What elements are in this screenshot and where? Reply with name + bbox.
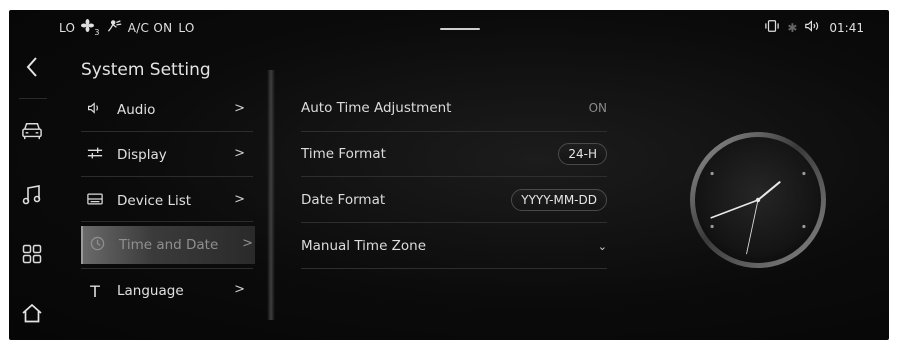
row-label: Time Format: [301, 146, 386, 162]
manual-time-zone-row[interactable]: Manual Time Zone ⌄: [301, 224, 607, 268]
car-icon[interactable]: [19, 118, 45, 144]
time-format-row[interactable]: Time Format 24-H: [301, 132, 607, 176]
airflow-icon: [106, 20, 122, 36]
menu-item-audio[interactable]: Audio >: [81, 91, 253, 129]
volume-icon: [805, 20, 821, 35]
menu-item-label: Device List: [117, 193, 192, 209]
chevron-down-icon[interactable]: ⌄: [598, 240, 607, 253]
chevron-right-icon: >: [234, 146, 245, 161]
system-status: ✱ 01:41: [765, 19, 864, 36]
home-icon[interactable]: [19, 300, 45, 326]
clock-center: [755, 197, 761, 203]
menu-item-label: Language: [117, 283, 184, 299]
menu-divider: [81, 131, 253, 132]
device-list-icon: [85, 192, 105, 210]
chevron-right-icon: >: [234, 192, 245, 207]
climate-status[interactable]: LO 3 A/C ON LO: [59, 19, 195, 37]
chevron-right-icon: >: [234, 101, 245, 116]
panel-divider: [267, 70, 275, 320]
rail-divider: [19, 98, 47, 99]
date-format-row[interactable]: Date Format YYYY-MM-DD: [301, 178, 607, 222]
clock-tick: [710, 224, 714, 229]
speaker-icon: [85, 101, 105, 119]
bluetooth-icon: ✱: [787, 20, 798, 35]
menu-item-label: Display: [117, 147, 167, 163]
auto-time-adjustment-row[interactable]: Auto Time Adjustment ON: [301, 86, 607, 130]
music-icon[interactable]: [19, 182, 45, 208]
menu-item-display[interactable]: Display >: [81, 136, 253, 174]
menu-divider: [81, 221, 253, 222]
analog-clock: [690, 132, 826, 268]
clock-tick: [710, 171, 714, 176]
clock-icon: [87, 236, 107, 255]
clock-tick: [802, 171, 806, 176]
text-icon: T: [90, 281, 100, 301]
temp-left[interactable]: LO: [59, 21, 75, 35]
row-divider: [301, 222, 607, 223]
menu-item-language[interactable]: T Language >: [81, 272, 253, 310]
drag-handle[interactable]: [440, 28, 480, 30]
row-divider: [301, 176, 607, 177]
ac-status[interactable]: A/C ON: [128, 21, 173, 35]
fan-level: 3: [94, 28, 100, 37]
menu-item-device-list[interactable]: Device List >: [81, 182, 253, 220]
row-label: Date Format: [301, 192, 386, 208]
clock-tick: [802, 224, 806, 229]
back-button[interactable]: [19, 54, 45, 80]
menu-item-time-and-date[interactable]: Time and Date >: [81, 226, 255, 264]
page-title: System Setting: [81, 60, 211, 80]
chevron-right-icon: >: [234, 282, 245, 297]
date-format-value[interactable]: YYYY-MM-DD: [511, 189, 607, 211]
temp-right[interactable]: LO: [178, 21, 194, 35]
infotainment-screen: LO 3 A/C ON LO ✱ 01:41 System Setting Au…: [9, 10, 889, 340]
auto-time-toggle[interactable]: ON: [589, 101, 607, 115]
chevron-right-icon: >: [242, 236, 253, 251]
sliders-icon: [85, 146, 105, 164]
row-label: Manual Time Zone: [301, 238, 427, 254]
menu-item-label: Time and Date: [119, 237, 219, 253]
menu-divider: [81, 176, 253, 177]
clock-time: 01:41: [829, 20, 864, 35]
phone-vibrate-icon: [765, 19, 780, 36]
time-format-value[interactable]: 24-H: [558, 143, 607, 165]
menu-divider: [81, 268, 253, 269]
row-label: Auto Time Adjustment: [301, 100, 452, 116]
menu-item-label: Audio: [117, 102, 156, 118]
apps-grid-icon[interactable]: [19, 241, 45, 267]
fan-icon: 3: [81, 19, 99, 37]
row-divider: [301, 268, 607, 269]
